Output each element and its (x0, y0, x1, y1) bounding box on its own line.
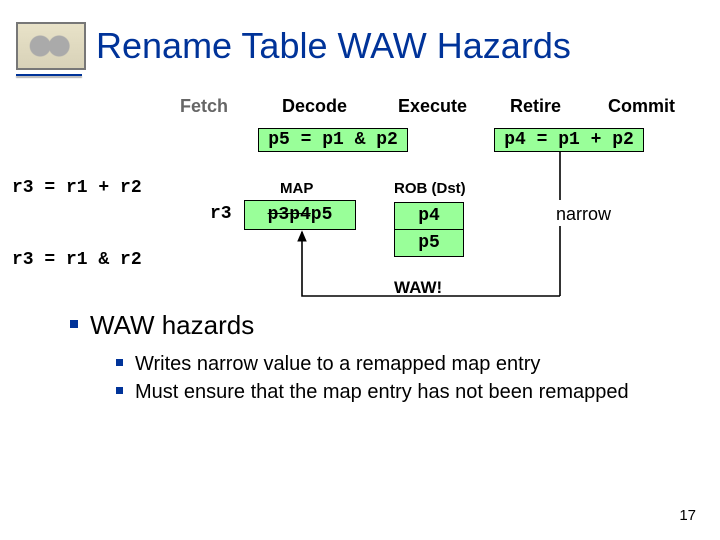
stage-decode: Decode (282, 96, 347, 117)
r3-label: r3 (210, 204, 232, 224)
map-cell: p3p4p5 (244, 200, 356, 230)
waw-label: WAW! (394, 278, 442, 298)
stage-retire: Retire (510, 96, 561, 117)
page-number: 17 (679, 507, 696, 524)
rob-row-0: p4 (394, 202, 464, 230)
code-line-2: r3 = r1 & r2 (12, 248, 142, 272)
title-row: Rename Table WAW Hazards (16, 22, 571, 70)
sub-bullet-2-text: Must ensure that the map entry has not b… (135, 379, 629, 405)
stage-fetch: Fetch (180, 96, 228, 117)
bullet-icon (116, 359, 123, 366)
bullet-icon (70, 320, 78, 328)
instruction-code: r3 = r1 + r2 r3 = r1 & r2 (12, 128, 142, 320)
stage-commit: Commit (608, 96, 675, 117)
map-label: MAP (280, 180, 313, 197)
bullet-top: WAW hazards (70, 310, 670, 341)
retire-expr-box: p4 = p1 + p2 (494, 128, 644, 152)
sub-bullet-1: Writes narrow value to a remapped map en… (116, 351, 670, 377)
sub-bullets: Writes narrow value to a remapped map en… (116, 351, 670, 405)
slide: Rename Table WAW Hazards Fetch Decode Ex… (0, 0, 720, 540)
map-current: p5 (311, 205, 333, 225)
stage-execute: Execute (398, 96, 467, 117)
decode-expr-box: p5 = p1 & p2 (258, 128, 408, 152)
rob-row-1: p5 (394, 230, 464, 257)
rob-label: ROB (Dst) (394, 180, 466, 197)
sub-bullet-1-text: Writes narrow value to a remapped map en… (135, 351, 540, 377)
bullet-icon (116, 387, 123, 394)
rob-table: p4 p5 (394, 202, 464, 257)
logo-image (16, 22, 86, 70)
title-underline (16, 74, 82, 76)
map-old-2: p4 (289, 205, 311, 225)
narrow-label: narrow (556, 204, 611, 225)
bullet-top-text: WAW hazards (90, 310, 254, 341)
bullets: WAW hazards Writes narrow value to a rem… (70, 310, 670, 407)
sub-bullet-2: Must ensure that the map entry has not b… (116, 379, 670, 405)
map-old-1: p3 (268, 205, 290, 225)
slide-title: Rename Table WAW Hazards (96, 25, 571, 67)
code-line-1: r3 = r1 + r2 (12, 176, 142, 200)
